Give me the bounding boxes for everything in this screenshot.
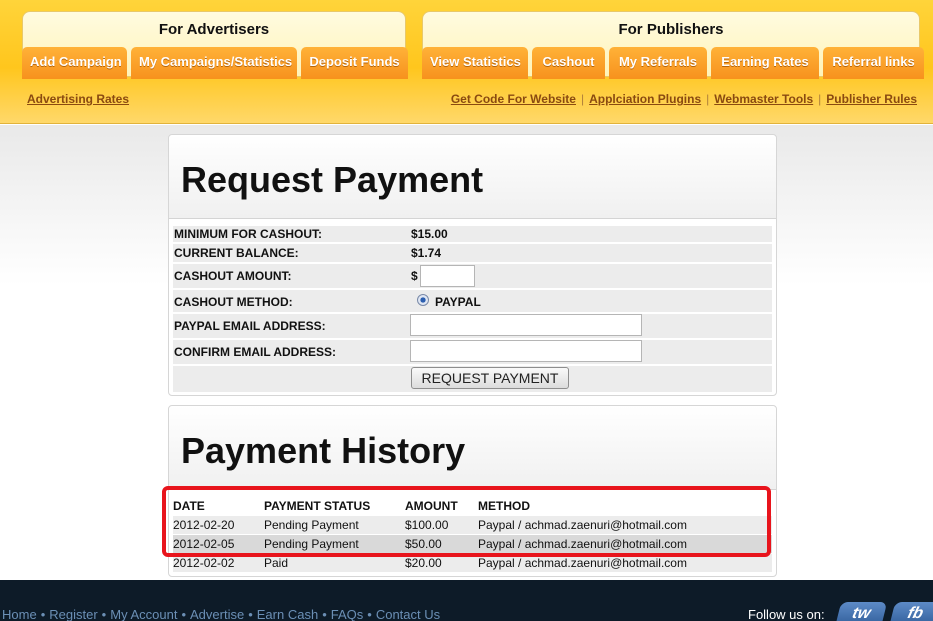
top-navigation-header: For Advertisers Add Campaign My Campaign… (0, 0, 933, 124)
separator: | (580, 92, 585, 106)
twitter-icon[interactable]: tw (834, 602, 888, 621)
min-cashout-value: $15.00 (411, 227, 448, 241)
tab-referral-links[interactable]: Referral links (823, 47, 924, 79)
cashout-amount-row: CASHOUT AMOUNT: $ (173, 264, 772, 288)
payment-history-header: Payment History (169, 406, 776, 490)
payment-history-title: Payment History (181, 430, 466, 471)
publishers-tabs: View Statistics Cashout My Referrals Ear… (422, 47, 924, 79)
separator: | (706, 92, 710, 106)
footer: Home • Register • My Account • Advertise • Earn … (0, 580, 933, 621)
cashout-method-label: CASHOUT METHOD: (174, 295, 293, 309)
paypal-email-label: PAYPAL EMAIL ADDRESS: (174, 319, 326, 333)
tab-add-campaign[interactable]: Add Campaign (22, 47, 127, 79)
tab-view-statistics[interactable]: View Statistics (422, 47, 528, 79)
row-method: Paypal / achmad.zaenuri@hotmail.com (478, 556, 687, 570)
follow-us-text: Follow us on: (748, 607, 825, 621)
footer-links: Home • Register • My Account • Advertise • Earn … (2, 607, 441, 621)
submit-row: REQUEST PAYMENT (173, 366, 772, 392)
tab-my-campaigns-statistics[interactable]: My Campaigns/Statistics (131, 47, 297, 79)
footer-link-earn-cash[interactable]: Earn Cash (257, 607, 318, 621)
publisher-rules-link[interactable]: Publisher Rules (826, 92, 917, 106)
min-cashout-label: MINIMUM FOR CASHOUT: (174, 227, 322, 241)
advertising-rates-link[interactable]: Advertising Rates (27, 92, 129, 106)
tab-deposit-funds[interactable]: Deposit Funds (301, 47, 408, 79)
facebook-icon[interactable]: fb (888, 602, 933, 621)
advertisers-tabs: Add Campaign My Campaigns/Statistics Dep… (22, 47, 408, 79)
application-plugins-link[interactable]: Applciation Plugins (589, 92, 701, 106)
request-payment-title: Request Payment (181, 159, 484, 200)
balance-row: CURRENT BALANCE: $1.74 (173, 244, 772, 262)
paypal-radio[interactable] (417, 294, 429, 306)
footer-link-my-account[interactable]: My Account (110, 607, 177, 621)
row-status: Paid (264, 556, 289, 570)
confirm-email-input[interactable] (410, 340, 642, 362)
min-cashout-row: MINIMUM FOR CASHOUT: $15.00 (173, 226, 772, 242)
row-amount: $20.00 (405, 556, 442, 570)
balance-value: $1.74 (411, 246, 442, 260)
cashout-method-row: CASHOUT METHOD: PAYPAL (173, 290, 772, 312)
cashout-amount-label: CASHOUT AMOUNT: (174, 269, 292, 283)
publishers-title: For Publishers (618, 21, 724, 38)
get-code-link[interactable]: Get Code For Website (451, 92, 576, 106)
red-highlight-annotation (162, 486, 771, 557)
tab-my-referrals[interactable]: My Referrals (609, 47, 707, 79)
request-payment-header: Request Payment (169, 135, 776, 219)
confirm-email-row: CONFIRM EMAIL ADDRESS: (173, 340, 772, 364)
request-payment-button[interactable]: REQUEST PAYMENT (411, 367, 569, 389)
paypal-option-label: PAYPAL (435, 295, 481, 309)
confirm-email-label: CONFIRM EMAIL ADDRESS: (174, 345, 336, 359)
footer-link-home[interactable]: Home (2, 607, 37, 621)
footer-link-register[interactable]: Register (49, 607, 97, 621)
webmaster-tools-link[interactable]: Webmaster Tools (714, 92, 813, 106)
footer-link-faqs[interactable]: FAQs (331, 607, 364, 621)
balance-label: CURRENT BALANCE: (174, 246, 299, 260)
advertisers-panel: For Advertisers Add Campaign My Campaign… (22, 11, 408, 79)
footer-link-advertise[interactable]: Advertise (190, 607, 244, 621)
paypal-email-input[interactable] (410, 314, 642, 336)
cashout-amount-input[interactable] (420, 265, 475, 287)
tab-earning-rates[interactable]: Earning Rates (711, 47, 819, 79)
paypal-email-row: PAYPAL EMAIL ADDRESS: (173, 314, 772, 338)
footer-link-contact-us[interactable]: Contact Us (376, 607, 440, 621)
publisher-sublinks: Get Code For Website | Applciation Plugi… (451, 92, 917, 106)
publishers-panel: For Publishers View Statistics Cashout M… (422, 11, 924, 79)
separator: | (818, 92, 822, 106)
request-payment-box: Request Payment MINIMUM FOR CASHOUT: $15… (168, 134, 777, 396)
row-date: 2012-02-02 (173, 556, 235, 570)
currency-symbol: $ (411, 269, 418, 283)
advertisers-title: For Advertisers (158, 21, 270, 38)
tab-cashout[interactable]: Cashout (532, 47, 605, 79)
